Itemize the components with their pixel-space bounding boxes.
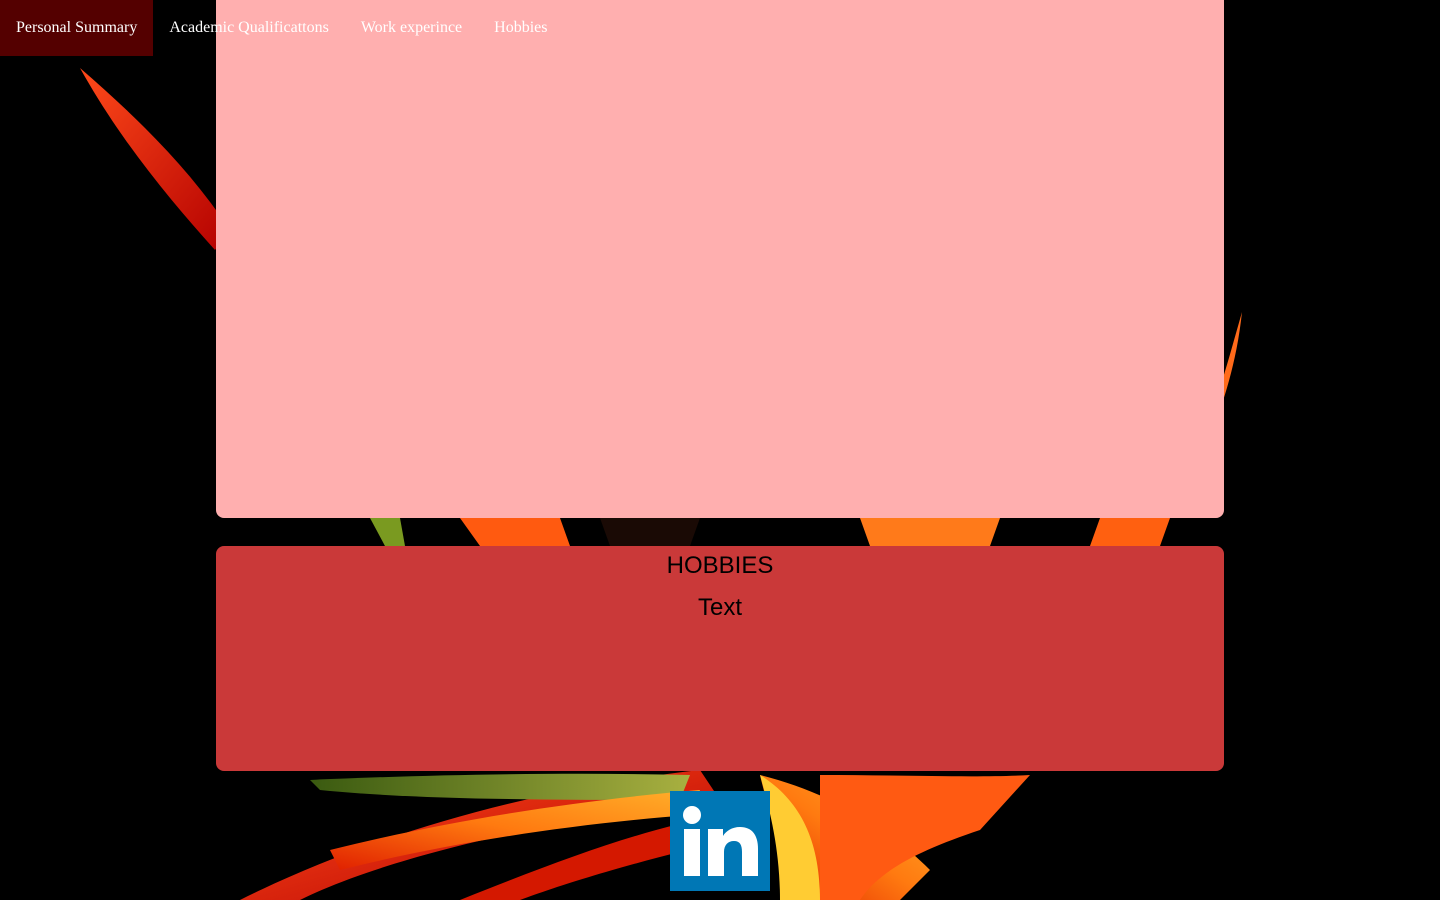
- linkedin-link[interactable]: [670, 791, 770, 891]
- nav-item-hobbies[interactable]: Hobbies: [478, 0, 563, 56]
- hobbies-section: HOBBIES Text: [216, 546, 1224, 771]
- nav-item-academic-qualifications[interactable]: Academic Qualificattons: [153, 0, 345, 56]
- linkedin-icon: [670, 791, 770, 891]
- content-panel: [216, 0, 1224, 518]
- hobbies-heading: HOBBIES: [666, 552, 774, 579]
- hobbies-text: Text: [697, 594, 742, 621]
- top-nav: Personal Summary Academic Qualificattons…: [0, 0, 563, 56]
- nav-item-personal-summary[interactable]: Personal Summary: [0, 0, 154, 56]
- page: Personal Summary Academic Qualificattons…: [0, 0, 1440, 900]
- nav-item-work-experience[interactable]: Work experince: [345, 0, 478, 56]
